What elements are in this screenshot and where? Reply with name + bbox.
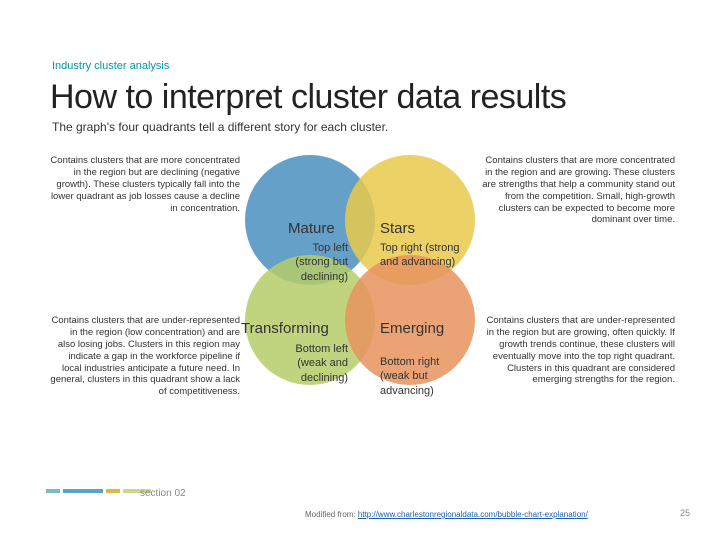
section-label: section 02 (140, 488, 186, 499)
desc-emerging: Contains clusters that are under-represe… (480, 315, 675, 386)
footer-prefix: Modified from: (305, 510, 358, 519)
page-number: 25 (680, 508, 690, 518)
page-title: How to interpret cluster data results (50, 78, 566, 117)
label-emerging: Emerging (380, 320, 444, 337)
sublabel-stars: Top right (strong and advancing) (380, 241, 460, 270)
sublabel-transforming: Bottom left (weak and declining) (275, 342, 348, 385)
desc-transforming: Contains clusters that are under-represe… (50, 315, 240, 398)
divider-ticks (46, 480, 676, 485)
sublabel-emerging: Bottom right (weak but advancing) (380, 355, 470, 398)
footer-attribution: Modified from: http://www.charlestonregi… (305, 510, 588, 519)
eyebrow-text: Industry cluster analysis (52, 60, 169, 72)
label-mature: Mature (288, 220, 335, 237)
label-stars: Stars (380, 220, 415, 237)
label-transforming: Transforming (241, 320, 329, 337)
desc-mature: Contains clusters that are more concentr… (50, 155, 240, 214)
footer-link[interactable]: http://www.charlestonregionaldata.com/bu… (358, 510, 588, 519)
sublabel-mature: Top left (strong but declining) (288, 241, 348, 284)
desc-stars: Contains clusters that are more concentr… (480, 155, 675, 226)
page-subtitle: The graph's four quadrants tell a differ… (52, 120, 388, 134)
quadrant-diagram: Mature Top left (strong but declining) C… (50, 145, 670, 475)
